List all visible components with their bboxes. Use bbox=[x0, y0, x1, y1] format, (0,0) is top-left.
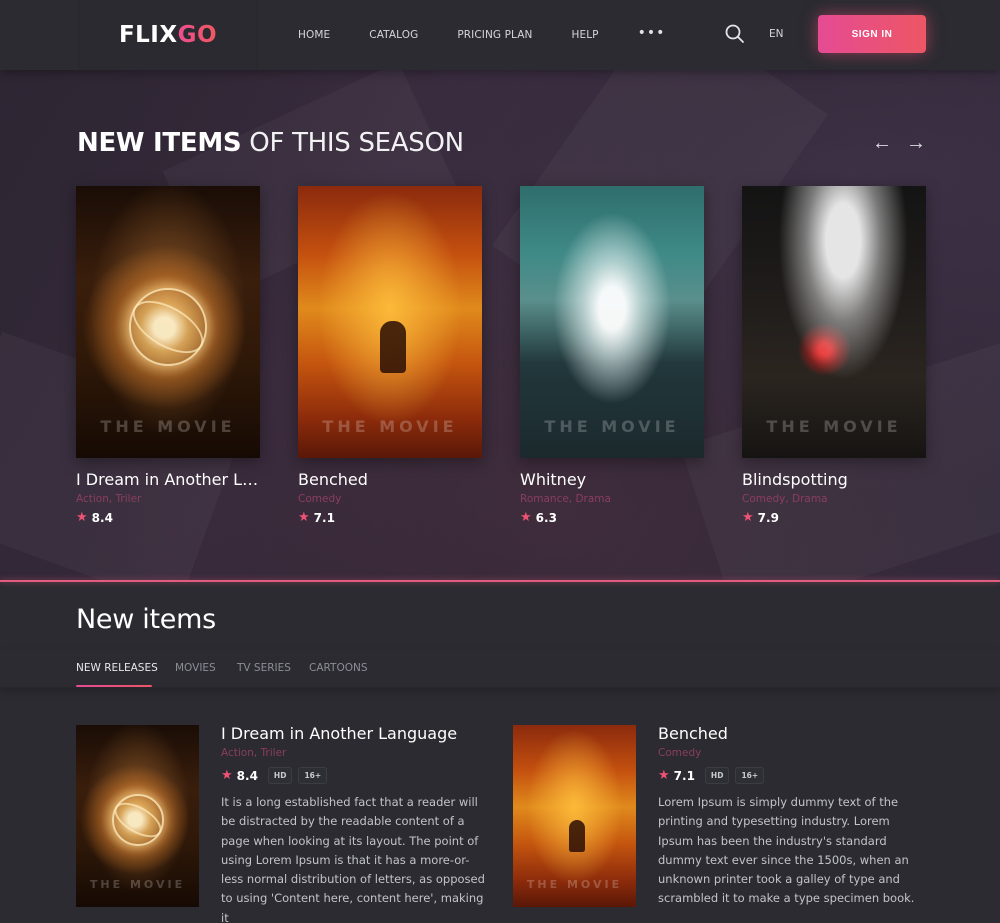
star-icon: ★ bbox=[221, 768, 233, 783]
nav-home[interactable]: HOME bbox=[298, 29, 330, 41]
item-rating: ★ 7.1 bbox=[658, 768, 695, 783]
hero-card[interactable]: THE MOVIE I Dream in Another Language Ac… bbox=[76, 186, 260, 525]
main-nav: HOME CATALOG PRICING PLAN HELP ••• bbox=[298, 0, 704, 70]
hero-title: NEW ITEMS OF THIS SEASON bbox=[77, 128, 464, 158]
rating-value: 8.4 bbox=[91, 510, 113, 525]
poster-watermark: THE MOVIE bbox=[766, 417, 902, 436]
card-title[interactable]: Whitney bbox=[520, 470, 704, 489]
star-icon: ★ bbox=[742, 510, 754, 525]
logo-container: FLIXGO bbox=[78, 0, 258, 70]
poster-watermark: THE MOVIE bbox=[89, 878, 186, 891]
item-genre[interactable]: Action, Triler bbox=[221, 747, 491, 759]
nav-help[interactable]: HELP bbox=[571, 29, 598, 41]
rating-value: 7.1 bbox=[673, 768, 695, 783]
card-title[interactable]: Benched bbox=[298, 470, 482, 489]
rating-value: 6.3 bbox=[535, 510, 557, 525]
language-selector[interactable]: EN bbox=[769, 28, 784, 40]
carousel-prev-arrow-icon[interactable]: ← bbox=[872, 133, 892, 153]
star-icon: ★ bbox=[76, 510, 88, 525]
card-genre[interactable]: Comedy bbox=[298, 493, 482, 505]
card-rating: ★ 6.3 bbox=[520, 510, 704, 525]
item-genre[interactable]: Comedy bbox=[658, 747, 928, 759]
top-header: FLIXGO HOME CATALOG PRICING PLAN HELP ••… bbox=[0, 0, 1000, 70]
card-rating: ★ 8.4 bbox=[76, 510, 260, 525]
nav-pricing-plan[interactable]: PRICING PLAN bbox=[457, 29, 532, 41]
hero-card[interactable]: THE MOVIE Whitney Romance, Drama ★ 6.3 bbox=[520, 186, 704, 525]
active-tab-indicator bbox=[76, 685, 152, 687]
sign-in-button[interactable]: SIGN IN bbox=[818, 15, 926, 53]
poster-image[interactable]: THE MOVIE bbox=[742, 186, 926, 458]
rating-value: 7.1 bbox=[313, 510, 335, 525]
hero-divider bbox=[0, 580, 1000, 582]
star-icon: ★ bbox=[520, 510, 532, 525]
star-icon: ★ bbox=[658, 768, 670, 783]
item-meta: ★ 8.4 HD 16+ bbox=[221, 767, 491, 784]
logo[interactable]: FLIXGO bbox=[119, 22, 217, 48]
item-title[interactable]: I Dream in Another Language bbox=[221, 724, 491, 743]
item-thumbnail[interactable]: THE MOVIE bbox=[76, 725, 199, 907]
item-thumbnail[interactable]: THE MOVIE bbox=[513, 725, 636, 907]
logo-part-flix: FLIX bbox=[118, 22, 178, 48]
item-title[interactable]: Benched bbox=[658, 724, 928, 743]
item-description: Lorem Ipsum is simply dummy text of the … bbox=[658, 795, 915, 906]
carousel-next-arrow-icon[interactable]: → bbox=[906, 133, 926, 153]
tab-tv-series[interactable]: TV SERIES bbox=[237, 662, 291, 674]
logo-part-go: GO bbox=[177, 22, 218, 48]
tabs-bar: NEW RELEASES MOVIES TV SERIES CARTOONS bbox=[0, 650, 1000, 688]
rating-value: 7.9 bbox=[757, 510, 779, 525]
item-body: I Dream in Another Language Action, Tril… bbox=[221, 724, 491, 923]
card-genre[interactable]: Comedy, Drama bbox=[742, 493, 926, 505]
item-rating: ★ 8.4 bbox=[221, 768, 258, 783]
poster-art bbox=[569, 820, 585, 852]
item-body: Benched Comedy ★ 7.1 HD 16+ Lorem Ipsum i… bbox=[658, 724, 928, 909]
card-genre[interactable]: Romance, Drama bbox=[520, 493, 704, 505]
card-rating: ★ 7.1 bbox=[298, 510, 482, 525]
item-meta: ★ 7.1 HD 16+ bbox=[658, 767, 928, 784]
poster-image[interactable]: THE MOVIE bbox=[298, 186, 482, 458]
hd-badge: HD bbox=[704, 767, 730, 784]
poster-art bbox=[380, 321, 406, 373]
poster-watermark: THE MOVIE bbox=[100, 417, 236, 436]
hero-title-bold: NEW ITEMS bbox=[77, 128, 242, 158]
poster-watermark: THE MOVIE bbox=[322, 417, 458, 436]
hd-badge: HD bbox=[267, 767, 293, 784]
search-button[interactable] bbox=[724, 23, 746, 45]
card-title[interactable]: I Dream in Another Language bbox=[76, 470, 260, 489]
card-rating: ★ 7.9 bbox=[742, 510, 926, 525]
tab-new-releases[interactable]: NEW RELEASES bbox=[76, 662, 158, 674]
tab-cartoons[interactable]: CARTOONS bbox=[309, 662, 368, 674]
poster-watermark: THE MOVIE bbox=[544, 417, 680, 436]
card-genre[interactable]: Action, Triler bbox=[76, 493, 260, 505]
item-description: It is a long established fact that a rea… bbox=[221, 795, 485, 923]
nav-catalog[interactable]: CATALOG bbox=[369, 29, 418, 41]
hero-card[interactable]: THE MOVIE Blindspotting Comedy, Drama ★ 7… bbox=[742, 186, 926, 525]
age-badge: 16+ bbox=[735, 767, 765, 784]
rating-value: 8.4 bbox=[236, 768, 258, 783]
search-icon bbox=[725, 24, 744, 43]
poster-image[interactable]: THE MOVIE bbox=[76, 186, 260, 458]
section-title: New items bbox=[76, 604, 216, 635]
tab-movies[interactable]: MOVIES bbox=[175, 662, 216, 674]
hero-title-rest: OF THIS SEASON bbox=[241, 128, 464, 158]
star-icon: ★ bbox=[298, 510, 310, 525]
hero-card[interactable]: THE MOVIE Benched Comedy ★ 7.1 bbox=[298, 186, 482, 525]
poster-image[interactable]: THE MOVIE bbox=[520, 186, 704, 458]
nav-more-icon[interactable]: ••• bbox=[638, 25, 666, 41]
age-badge: 16+ bbox=[298, 767, 328, 784]
card-title[interactable]: Blindspotting bbox=[742, 470, 926, 489]
poster-watermark: THE MOVIE bbox=[526, 878, 623, 891]
